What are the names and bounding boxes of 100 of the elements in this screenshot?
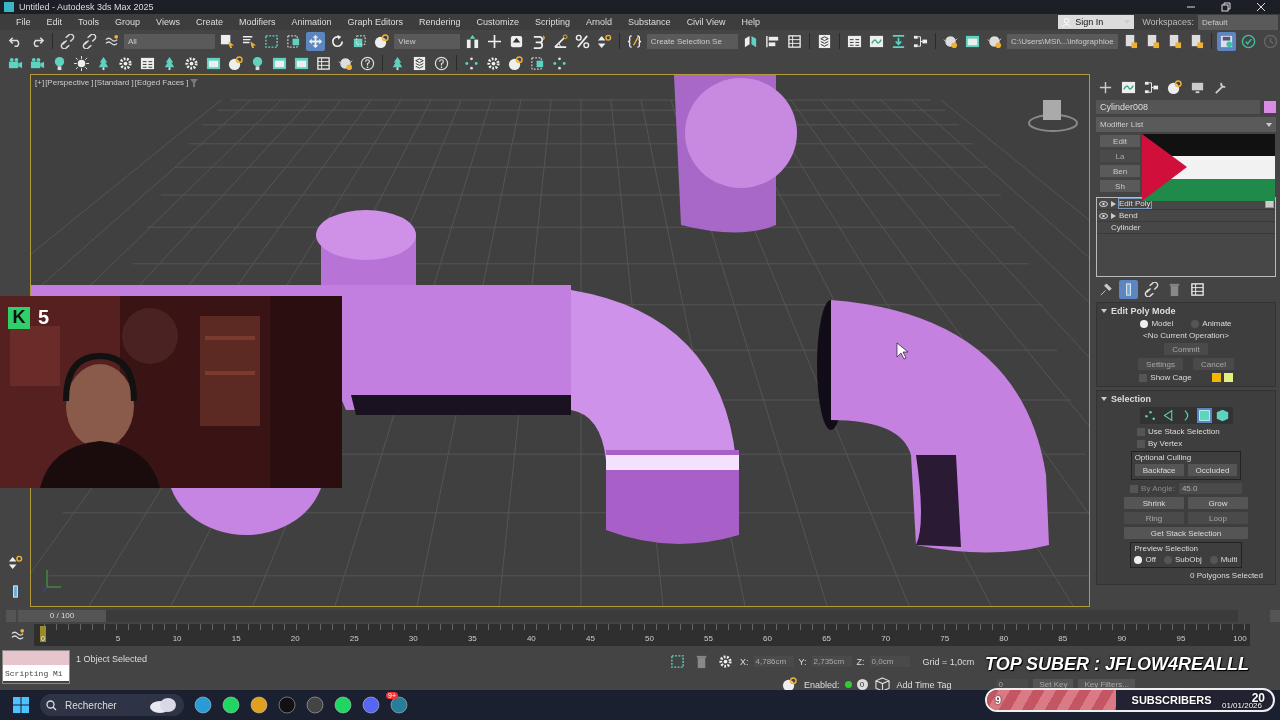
sphere-icon[interactable]: [506, 53, 525, 73]
add-time-tag-link[interactable]: Add Time Tag: [896, 679, 952, 690]
object-color-swatch[interactable]: [1264, 101, 1276, 113]
coordinate-field[interactable]: 4,786cm: [753, 656, 794, 667]
cage-color-swatch[interactable]: [1223, 373, 1233, 382]
mode-radio[interactable]: Model: [1140, 319, 1174, 328]
menu-item[interactable]: Create: [187, 17, 231, 27]
chat-app-icon[interactable]: [362, 696, 380, 714]
isolate-icon[interactable]: [668, 652, 687, 671]
preview-radio[interactable]: Off: [1134, 555, 1156, 564]
menu-item[interactable]: Scripting: [527, 17, 579, 27]
stack-result-icon[interactable]: [1119, 280, 1138, 299]
chrome-icon[interactable]: [250, 696, 268, 714]
frame-field[interactable]: 0: [996, 679, 1029, 690]
stack-item[interactable]: Edit Poly: [1097, 198, 1275, 210]
menu-item[interactable]: Edit: [38, 17, 71, 27]
eye-icon[interactable]: [1099, 212, 1108, 219]
viewport-label[interactable]: [Edged Faces ]: [134, 78, 189, 87]
menu-item[interactable]: Graph Editors: [339, 17, 411, 27]
configure-icon[interactable]: [1188, 280, 1207, 299]
modifier-set-button[interactable]: Sh: [1100, 180, 1140, 192]
link-icon[interactable]: [58, 31, 77, 51]
menu-item[interactable]: Rendering: [411, 17, 469, 27]
culling-button[interactable]: Backface: [1134, 464, 1184, 476]
by-vertex-checkbox[interactable]: By Vertex: [1137, 439, 1183, 448]
preview-radio[interactable]: SubObj: [1163, 555, 1202, 564]
selection-button[interactable]: Shrink: [1124, 497, 1184, 509]
windows-start-icon[interactable]: [12, 696, 30, 714]
get-stack-selection-button[interactable]: Get Stack Selection: [1124, 527, 1248, 539]
time-slider-track[interactable]: 0 / 100: [18, 609, 1238, 622]
selection-button[interactable]: Grow: [1188, 497, 1248, 509]
menu-item[interactable]: Group: [107, 17, 149, 27]
culling-button[interactable]: Occluded: [1187, 464, 1238, 476]
coordinate-field[interactable]: 2,735cm: [811, 656, 852, 667]
frame-tick-label: 20: [289, 634, 301, 645]
frame-tick-label: 50: [644, 634, 655, 645]
menu-item[interactable]: Modifiers: [230, 17, 284, 27]
object-name-field[interactable]: Cylinder008: [1096, 100, 1260, 114]
filter-dropdown[interactable]: All: [124, 33, 216, 49]
script-mini-listener[interactable]: Scripting Mi: [2, 650, 70, 684]
collapse-icon[interactable]: [1101, 308, 1107, 314]
vertex-level-icon[interactable]: [1142, 408, 1158, 423]
stack-item[interactable]: Bend: [1097, 210, 1275, 222]
menu-item[interactable]: File: [8, 17, 39, 27]
menu-item[interactable]: Customize: [468, 17, 528, 27]
menu-item[interactable]: Views: [148, 17, 188, 27]
coordinate-dropdown[interactable]: View: [394, 33, 460, 49]
collapse-icon[interactable]: [1101, 396, 1107, 402]
menu-item[interactable]: Animation: [283, 17, 340, 27]
frame-tick-label: 90: [1116, 634, 1128, 645]
stack-item[interactable]: Cylinder: [1097, 222, 1275, 234]
frame-tick-label: 40: [525, 634, 537, 645]
menu-item[interactable]: Tools: [70, 17, 108, 27]
taskbar-search-field[interactable]: Rechercher: [40, 694, 184, 716]
polygon-level-icon[interactable]: [1196, 408, 1212, 423]
viewport-label[interactable]: [+]: [35, 78, 45, 87]
workspace-dropdown[interactable]: Default: [1198, 14, 1278, 30]
viewcube-icon[interactable]: [1028, 100, 1078, 132]
sign-in-dropdown[interactable]: Sign In: [1058, 15, 1135, 29]
sphere-icon[interactable]: [372, 31, 392, 51]
menu-item[interactable]: Civil View: [678, 17, 734, 27]
rollout-title[interactable]: Edit Poly Mode: [1111, 306, 1176, 316]
time-tag-counter[interactable]: 0: [856, 679, 868, 690]
viewport-label[interactable]: [Standard ]: [94, 78, 134, 87]
sphere-icon[interactable]: [1165, 78, 1184, 97]
preview-radio[interactable]: Multi: [1209, 555, 1238, 564]
save-icon[interactable]: [1216, 31, 1236, 51]
use-stack-checkbox[interactable]: Use Stack Selection: [1137, 427, 1220, 436]
modifier-set-button[interactable]: Ben: [1100, 165, 1140, 177]
unlink-icon[interactable]: [80, 31, 99, 51]
browser-icon[interactable]: [194, 696, 212, 714]
modifier-set-button[interactable]: Edit: [1100, 135, 1140, 147]
sun-icon[interactable]: [72, 53, 91, 73]
time-slider-thumb[interactable]: 0 / 100: [18, 609, 106, 622]
app-icon[interactable]: [390, 696, 408, 714]
element-level-icon[interactable]: [1214, 408, 1230, 423]
music-app-icon[interactable]: [222, 696, 240, 714]
recorder-icon[interactable]: [306, 696, 324, 714]
frame-tick-label: 85: [1057, 634, 1069, 645]
restore-icon[interactable]: [1221, 2, 1231, 12]
close-icon[interactable]: [1256, 2, 1266, 12]
cage-color-swatch[interactable]: [1211, 373, 1221, 382]
selection-set-dropdown[interactable]: Create Selection Se: [646, 33, 738, 49]
show-cage-checkbox[interactable]: Show Cage: [1139, 373, 1192, 382]
link-icon[interactable]: [1142, 280, 1161, 299]
menu-item[interactable]: Help: [733, 17, 768, 27]
viewport-label[interactable]: [Perspective ]: [45, 78, 94, 87]
eye-icon[interactable]: [1099, 200, 1108, 207]
mode-radio[interactable]: Animate: [1191, 319, 1232, 328]
coordinate-field[interactable]: 0,0cm: [869, 656, 910, 667]
menu-item[interactable]: Substance: [620, 17, 679, 27]
music-app-icon[interactable]: [334, 696, 352, 714]
rollout-title[interactable]: Selection: [1111, 394, 1151, 404]
menu-item[interactable]: Arnold: [578, 17, 621, 27]
modifier-list-dropdown[interactable]: Modifier List: [1096, 117, 1276, 132]
music-note-icon[interactable]: [278, 696, 296, 714]
axis-icon: [42, 569, 62, 593]
project-path-dropdown[interactable]: C:\Users\MSI\...\infographioe: [1006, 33, 1118, 49]
move-icon[interactable]: [306, 31, 326, 51]
sphere-icon[interactable]: [226, 53, 245, 73]
